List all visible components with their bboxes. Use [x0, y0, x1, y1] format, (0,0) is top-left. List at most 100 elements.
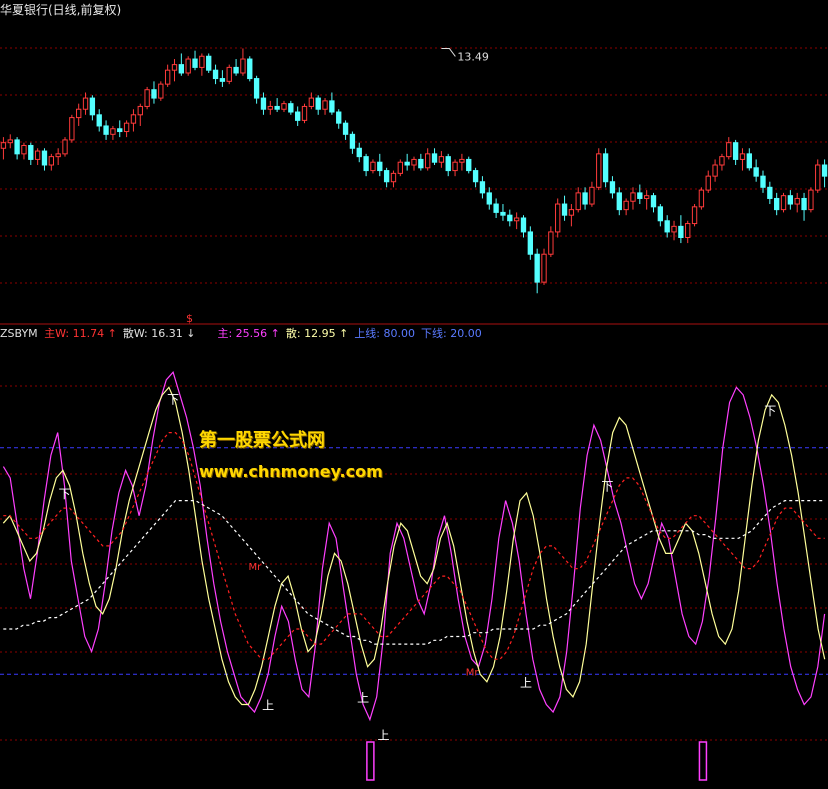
signal-marker: 下: [601, 479, 613, 493]
candle: [206, 53, 212, 73]
signal-marker: 上: [262, 698, 274, 712]
candle: [137, 103, 143, 126]
candle: [500, 204, 506, 221]
candle: [21, 142, 27, 160]
signal-marker: Mr: [249, 562, 263, 573]
reference-lines: [0, 447, 828, 675]
indicator-header: ZSBYM 主W: 11.74 ↑ 散W: 16.31 ↓ 主: 25.56 ↑ 散:…: [0, 327, 482, 341]
candle: [637, 184, 643, 205]
candle: [507, 209, 513, 227]
candle: [404, 153, 410, 171]
candle: [582, 187, 588, 210]
candle: [774, 192, 780, 216]
candle: [151, 81, 157, 104]
indicator-header-item: 散: 12.95 ↑: [285, 327, 349, 340]
indicator-lines: [2, 371, 826, 722]
candle: [767, 181, 773, 205]
candle: [452, 159, 458, 177]
indicator-name: ZSBYM: [0, 327, 38, 340]
candle: [0, 137, 7, 160]
candle: [602, 148, 609, 188]
candle: [411, 156, 417, 171]
candle: [486, 187, 492, 210]
candle: [110, 125, 116, 140]
candle: [158, 81, 164, 101]
indicator-header-item: 主W: 11.74 ↑: [44, 327, 117, 340]
candle: [233, 59, 239, 76]
candle: [349, 131, 356, 154]
candle: [219, 70, 226, 87]
candle: [418, 153, 424, 171]
candle: [117, 120, 123, 138]
candle: [288, 100, 294, 115]
candle: [96, 109, 102, 132]
candle: [623, 198, 629, 216]
indicator-header-item: 下线: 20.00: [421, 327, 482, 340]
signal-marker: Mr: [466, 668, 480, 679]
candle: [780, 192, 787, 213]
candle: [315, 95, 321, 115]
candle: [76, 103, 82, 126]
candle: [616, 187, 622, 216]
candle: [671, 220, 677, 241]
chart-title: 华夏银行(日线,前复权): [0, 3, 122, 17]
candle: [746, 148, 752, 171]
candle: [185, 56, 191, 76]
candle: [794, 192, 800, 213]
candle: [144, 86, 150, 110]
candle: [41, 148, 48, 171]
candle: [719, 153, 725, 171]
signal-marker: 上: [520, 676, 532, 690]
candle: [541, 248, 547, 285]
candle: [472, 167, 479, 188]
candle: [103, 120, 109, 140]
candle: [199, 53, 205, 76]
candle: [123, 120, 130, 138]
candle: [164, 64, 171, 87]
candle: [609, 176, 616, 199]
candle: [342, 120, 349, 140]
candle: [55, 148, 61, 165]
grid-lines: [0, 47, 828, 741]
candle: [685, 220, 691, 244]
signal-marker: 下: [58, 487, 70, 501]
candle: [14, 137, 20, 160]
candle: [815, 159, 821, 193]
candle: [329, 92, 335, 115]
price-annotation: 13.49: [441, 47, 489, 63]
chart-canvas: 13.499.10 $ 下下上上上上下下上MrMr: [0, 47, 828, 781]
candle: [568, 204, 575, 227]
candle: [363, 153, 369, 177]
candle: [247, 56, 253, 82]
signal-bar: [698, 741, 708, 781]
candle: [390, 170, 397, 188]
signal-bars: [366, 741, 708, 781]
candle: [301, 103, 308, 124]
candle: [267, 100, 273, 115]
indicator-header-item: 散W: 16.31 ↓: [122, 327, 196, 340]
candle: [377, 153, 383, 177]
candle: [801, 192, 807, 221]
series-line: [2, 371, 826, 722]
signal-marker: $: [186, 312, 193, 325]
candle: [438, 151, 445, 168]
candle: [260, 92, 267, 115]
candle: [534, 248, 540, 294]
candle: [34, 148, 41, 165]
candle: [732, 139, 739, 165]
candle: [425, 148, 431, 171]
candle: [445, 153, 451, 177]
candle: [527, 226, 534, 260]
candle: [48, 153, 54, 171]
candle: [561, 195, 568, 221]
signal-bar: [366, 741, 375, 781]
svg-text:13.49: 13.49: [457, 50, 489, 63]
candle: [7, 134, 13, 149]
candle: [336, 109, 342, 129]
candle: [664, 215, 670, 238]
candle: [431, 148, 438, 165]
candle: [397, 159, 403, 177]
candle: [479, 176, 486, 199]
candle: [520, 215, 527, 238]
candle: [760, 170, 766, 193]
